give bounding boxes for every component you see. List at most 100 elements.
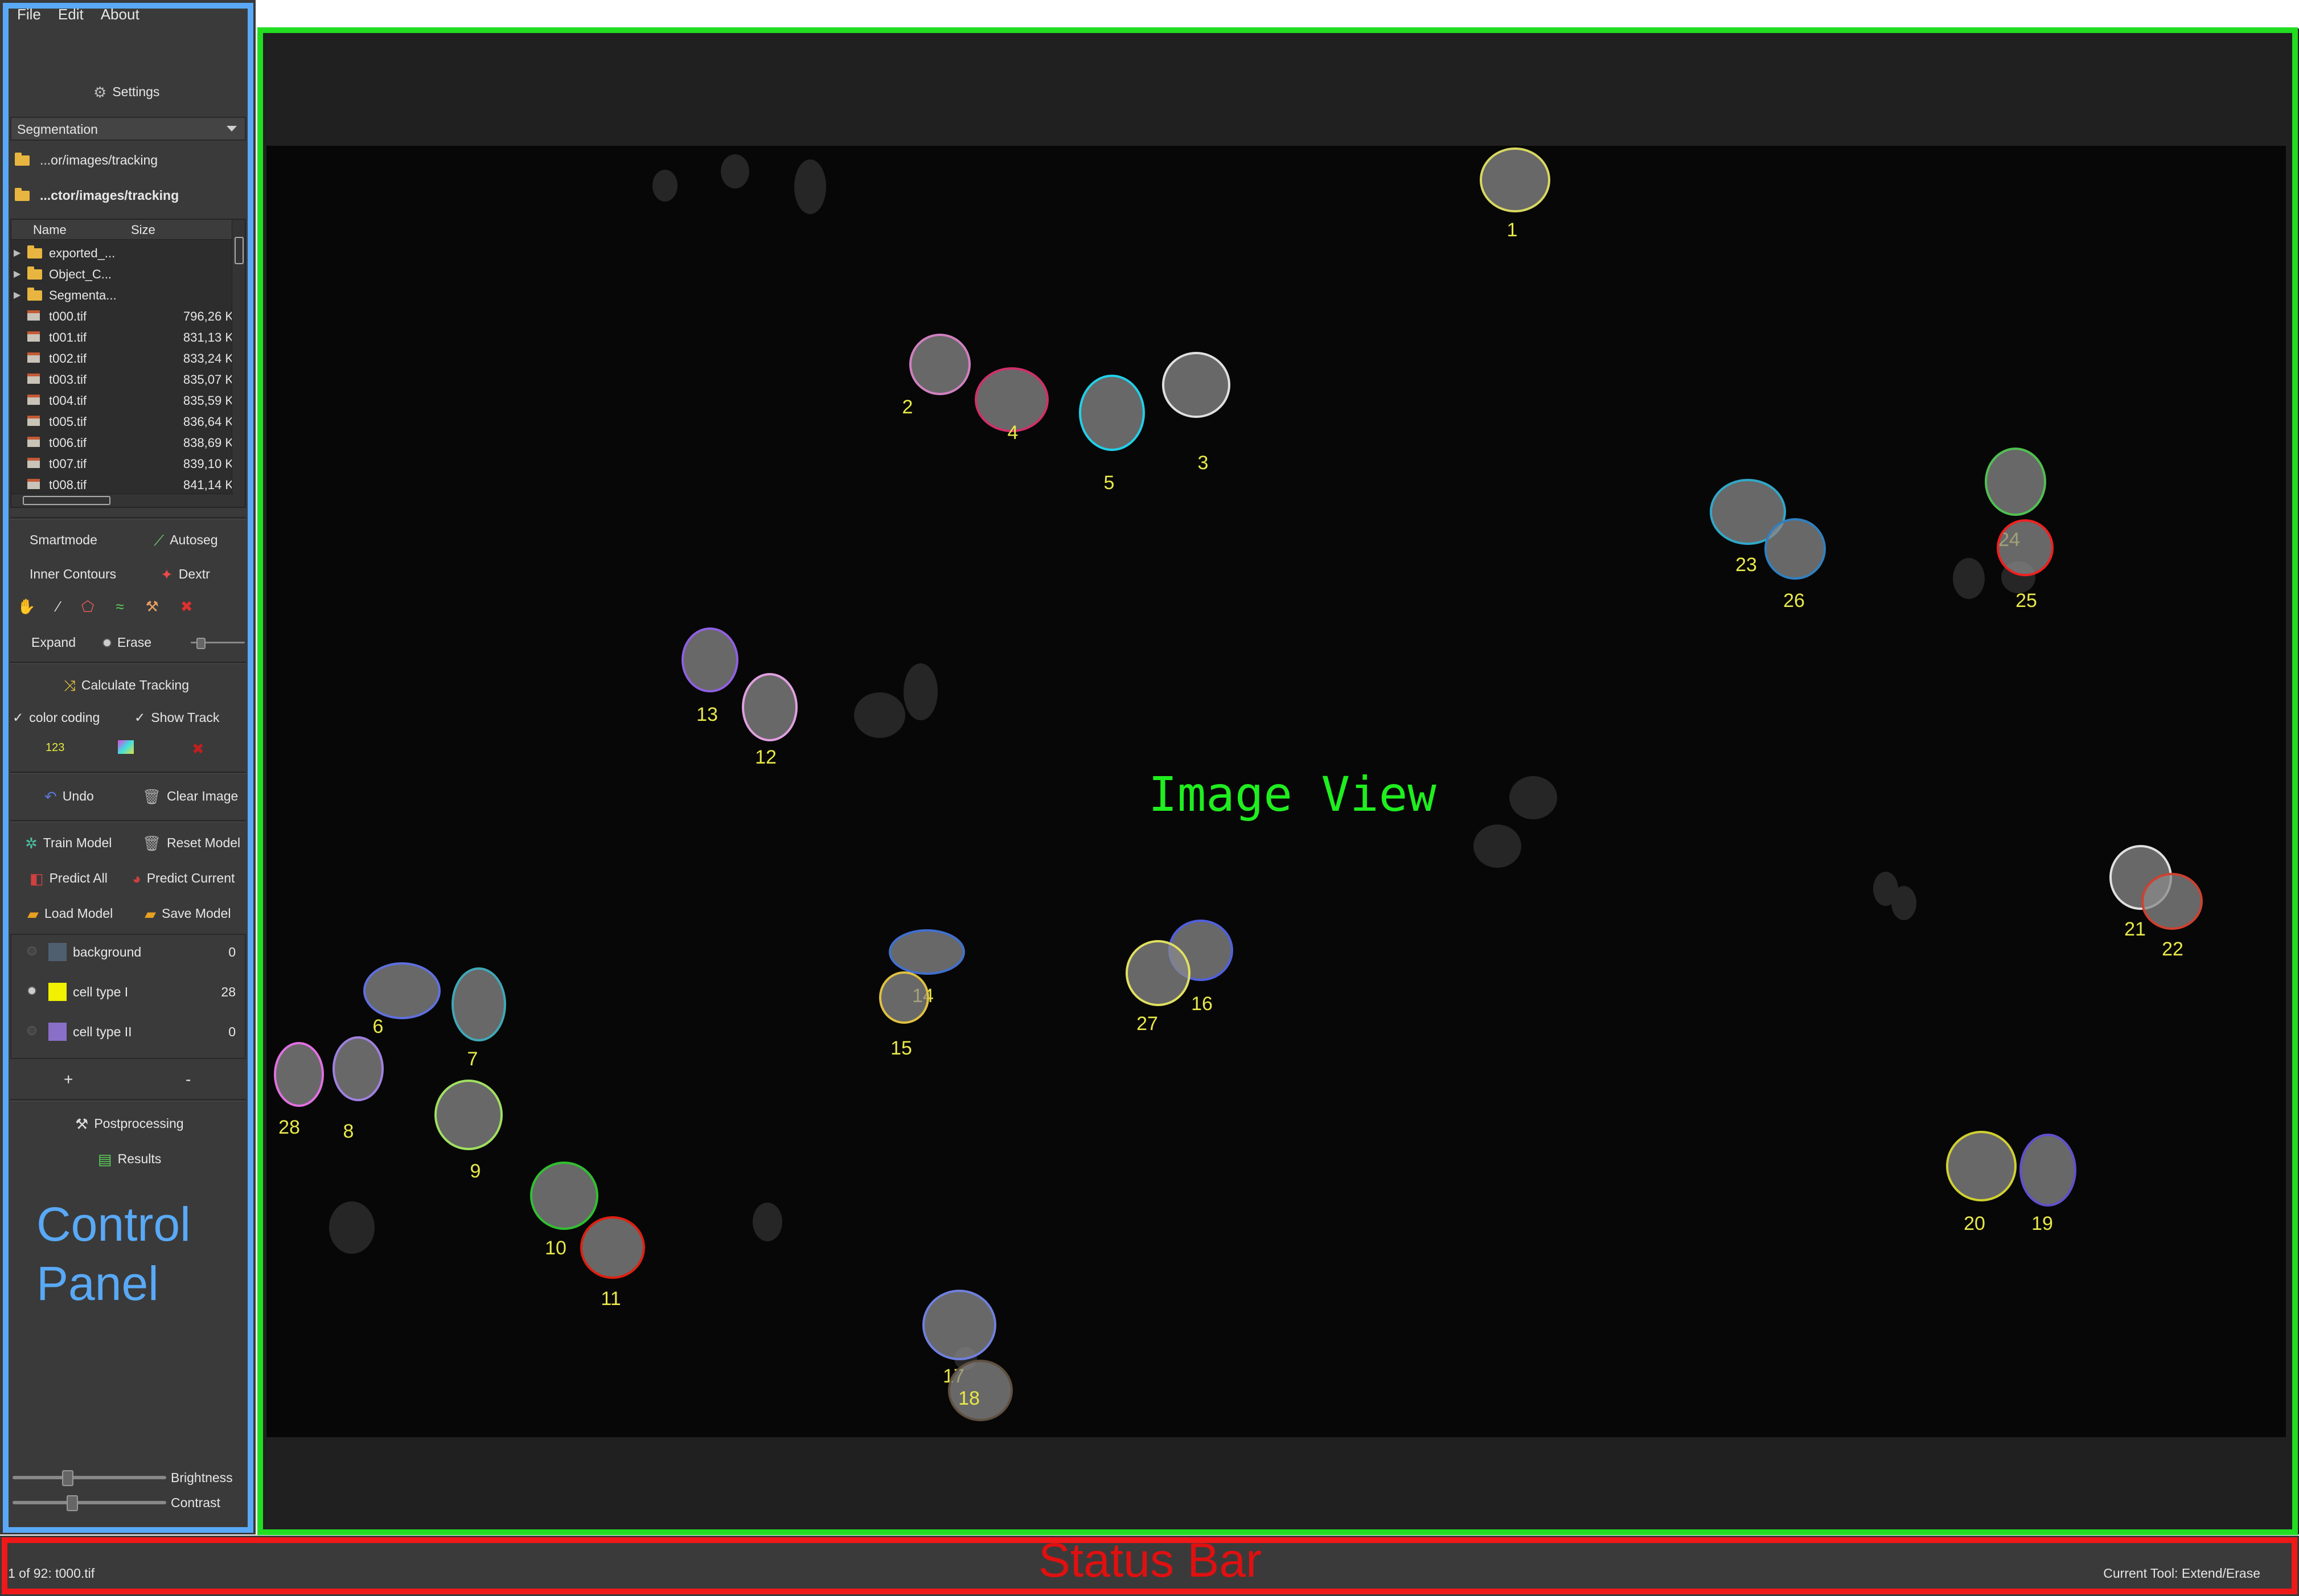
label-color-swatch[interactable]: [48, 943, 67, 961]
cell-contour[interactable]: [1946, 1131, 2017, 1201]
pen-icon[interactable]: ∕: [57, 599, 59, 614]
cell-contour[interactable]: [274, 1042, 324, 1107]
results-button[interactable]: ▤ Results: [98, 1151, 161, 1167]
cell-contour[interactable]: [922, 1290, 996, 1360]
segmented-cell[interactable]: 11: [580, 1216, 645, 1310]
cell-contour[interactable]: [1997, 519, 2054, 576]
load-model-button[interactable]: ▰ Load Model: [27, 906, 113, 921]
scroll-thumb[interactable]: [23, 496, 110, 505]
file-item[interactable]: t001.tif 831,13 K: [11, 327, 233, 348]
radio-icon[interactable]: [27, 1026, 36, 1035]
label-item-cell-type-i[interactable]: cell type I 28: [11, 975, 247, 1011]
cell-contour[interactable]: [434, 1080, 503, 1150]
clear-image-button[interactable]: 🗑 Clear Image: [142, 789, 238, 804]
inner-contours-checkbox[interactable]: Inner Contours: [30, 567, 116, 582]
cell-contour[interactable]: [1985, 448, 2046, 516]
segmented-cell[interactable]: 22: [2141, 873, 2203, 960]
segmented-cell[interactable]: 25: [1997, 519, 2054, 612]
reset-model-button[interactable]: 🗑 Reset Model: [142, 835, 240, 851]
segmented-cell[interactable]: 9: [434, 1080, 503, 1182]
file-item[interactable]: t004.tif 835,59 K: [11, 390, 233, 411]
label-item-cell-type-ii[interactable]: cell type II 0: [11, 1015, 247, 1051]
hand-icon[interactable]: ✋: [17, 599, 35, 614]
menu-edit[interactable]: Edit: [58, 6, 84, 23]
segmented-cell[interactable]: 18: [948, 1360, 1013, 1421]
cell-contour[interactable]: [332, 1036, 384, 1101]
column-size[interactable]: Size: [131, 223, 155, 237]
autoseg-button[interactable]: ⟋ Autoseg: [154, 532, 218, 548]
horizontal-scrollbar[interactable]: [11, 494, 233, 507]
cell-contour[interactable]: [909, 334, 971, 395]
postprocessing-button[interactable]: ⚒ Postprocessing: [75, 1116, 184, 1131]
label-color-swatch[interactable]: [48, 983, 67, 1001]
segmented-cell[interactable]: 13: [682, 627, 738, 725]
number-labels-button[interactable]: 123: [46, 741, 64, 754]
expand-radio[interactable]: Expand: [31, 635, 76, 650]
settings-button[interactable]: ⚙ Settings: [93, 84, 159, 100]
column-name[interactable]: Name: [33, 223, 67, 237]
slider-knob[interactable]: [61, 1470, 73, 1486]
cell-contour[interactable]: [1162, 352, 1230, 418]
remove-label-button[interactable]: -: [186, 1070, 191, 1089]
cell-contour[interactable]: [1764, 518, 1826, 580]
segmented-cell[interactable]: 28: [274, 1042, 324, 1138]
cell-contour[interactable]: [889, 929, 965, 975]
slider-knob[interactable]: [196, 638, 206, 649]
file-item[interactable]: t005.tif 836,64 K: [11, 411, 233, 432]
scroll-thumb[interactable]: [235, 237, 244, 264]
mode-select[interactable]: Segmentation: [10, 117, 246, 141]
menu-about[interactable]: About: [101, 6, 139, 23]
folder-item[interactable]: ▶ Segmenta...: [11, 285, 233, 306]
cell-contour[interactable]: [2141, 873, 2203, 930]
delete-icon[interactable]: ✖: [180, 599, 193, 614]
slider-knob[interactable]: [66, 1495, 78, 1511]
segmented-cell[interactable]: 27: [1126, 940, 1190, 1035]
cell-contour[interactable]: [1126, 940, 1190, 1006]
link-icon[interactable]: ≈: [116, 599, 124, 614]
calculate-tracking-button[interactable]: ⤨ Calculate Tracking: [64, 678, 189, 693]
hammer-icon[interactable]: ⚒: [146, 599, 159, 614]
cell-contour[interactable]: [879, 971, 929, 1024]
segmented-cell[interactable]: 15: [879, 971, 929, 1059]
file-item[interactable]: t007.tif 839,10 K: [11, 453, 233, 474]
radio-icon[interactable]: [27, 946, 36, 955]
segmented-cell[interactable]: 7: [451, 967, 506, 1070]
segmented-cell[interactable]: 19: [2019, 1134, 2076, 1234]
smartmode-checkbox[interactable]: Smartmode: [30, 532, 97, 548]
segmented-cell[interactable]: 5: [1079, 375, 1145, 494]
predict-all-button[interactable]: ◧ Predict All: [30, 871, 108, 886]
file-item[interactable]: t003.tif 835,07 K: [11, 369, 233, 390]
file-item[interactable]: t002.tif 833,24 K: [11, 348, 233, 369]
segmented-cell[interactable]: 6: [363, 962, 441, 1037]
cell-contour[interactable]: [682, 627, 738, 692]
label-color-swatch[interactable]: [48, 1023, 67, 1041]
color-palette-button[interactable]: [118, 740, 134, 754]
cell-contour[interactable]: [1079, 375, 1145, 451]
file-item[interactable]: t000.tif 796,26 K: [11, 306, 233, 327]
cell-contour[interactable]: [1480, 147, 1550, 212]
segmented-cell[interactable]: 1: [1480, 147, 1550, 241]
folder-item[interactable]: ▶ Object_C...: [11, 264, 233, 285]
segmented-cell[interactable]: 26: [1764, 518, 1826, 612]
cell-contour[interactable]: [742, 673, 798, 741]
clear-tracks-button[interactable]: ✖: [192, 741, 204, 756]
folder-item[interactable]: ▶ exported_...: [11, 243, 233, 264]
segmented-cell[interactable]: 2: [902, 334, 971, 418]
predict-current-button[interactable]: ◕ Predict Current: [132, 871, 235, 886]
segmented-cell[interactable]: 20: [1946, 1131, 2017, 1234]
cell-contour[interactable]: [451, 967, 506, 1041]
contrast-slider[interactable]: [13, 1495, 166, 1511]
segmented-cell[interactable]: 3: [1162, 352, 1230, 474]
polygon-icon[interactable]: ⬠: [81, 599, 95, 614]
radio-on-icon[interactable]: [27, 986, 36, 995]
show-track-checkbox[interactable]: ✓ Show Track: [134, 710, 219, 725]
cell-contour[interactable]: [530, 1162, 598, 1230]
segmented-cell[interactable]: 12: [742, 673, 798, 768]
brush-size-slider[interactable]: [191, 638, 245, 649]
brightness-slider[interactable]: [13, 1470, 166, 1486]
segmented-cell[interactable]: 8: [332, 1036, 384, 1142]
segmented-cell[interactable]: 4: [975, 367, 1049, 444]
cell-contour[interactable]: [580, 1216, 645, 1279]
erase-radio[interactable]: Erase: [102, 635, 151, 650]
train-model-button[interactable]: ✲ Train Model: [25, 835, 112, 851]
